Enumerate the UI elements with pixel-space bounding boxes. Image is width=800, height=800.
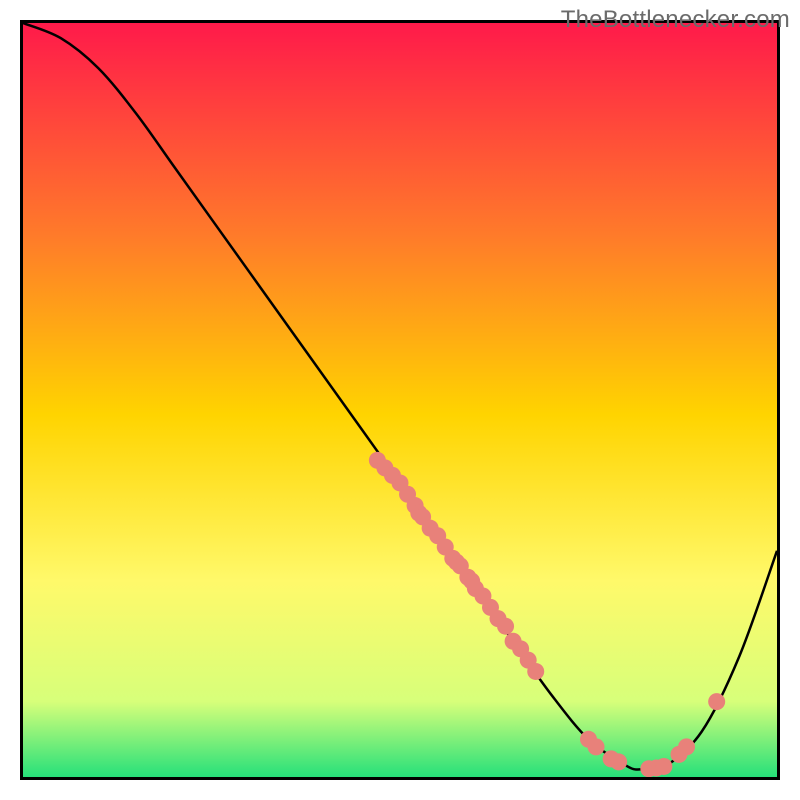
watermark-text: TheBottlenecker.com (561, 6, 790, 34)
scatter-dot (678, 738, 695, 755)
scatter-dot (497, 618, 514, 635)
plot-area (20, 20, 780, 780)
scatter-dot (610, 753, 627, 770)
scatter-dots (369, 452, 725, 777)
scatter-dot (708, 693, 725, 710)
chart-container: TheBottlenecker.com (0, 0, 800, 800)
scatter-dot (655, 758, 672, 775)
bottleneck-curve (23, 23, 777, 771)
scatter-dot (588, 738, 605, 755)
chart-svg (23, 23, 777, 777)
scatter-dot (527, 663, 544, 680)
